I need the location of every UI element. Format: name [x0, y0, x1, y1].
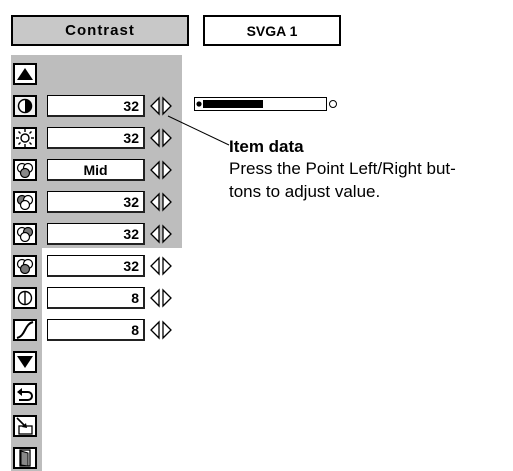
- signal-mode-box: SVGA 1: [203, 15, 341, 46]
- scroll-down-icon[interactable]: [13, 351, 37, 373]
- quit-icon[interactable]: [13, 447, 37, 469]
- contrast-adjust-arrows[interactable]: [148, 95, 174, 117]
- slider-max-dot-icon: [329, 100, 337, 108]
- white-balance-red-value: 32: [47, 191, 145, 213]
- contrast-icon[interactable]: [13, 95, 37, 117]
- gamma-icon[interactable]: [13, 319, 37, 341]
- reset-icon[interactable]: [13, 383, 37, 405]
- callout-line-2: tons to adjust value.: [229, 182, 381, 201]
- white-balance-blue-value: 32: [47, 255, 145, 277]
- sharpness-icon[interactable]: [13, 287, 37, 309]
- color-temp-adjust-arrows[interactable]: [148, 159, 174, 181]
- white-balance-red-adjust-arrows[interactable]: [148, 191, 174, 213]
- white-balance-blue-adjust-arrows[interactable]: [148, 255, 174, 277]
- sharpness-adjust-arrows[interactable]: [148, 287, 174, 309]
- brightness-value: 32: [47, 127, 145, 149]
- slider-min-dot-icon: [196, 101, 202, 107]
- callout-text: Press the Point Left/Right but- tons to …: [229, 157, 497, 203]
- color-temp-icon[interactable]: [13, 159, 37, 181]
- callout-title: Item data: [229, 137, 304, 156]
- slider-fill: [203, 100, 263, 108]
- sharpness-value: 8: [47, 287, 145, 309]
- store-icon[interactable]: [13, 415, 37, 437]
- white-balance-green-value: 32: [47, 223, 145, 245]
- brightness-adjust-arrows[interactable]: [148, 127, 174, 149]
- menu-title-box: Contrast: [11, 15, 189, 46]
- white-balance-blue-icon[interactable]: [13, 255, 37, 277]
- white-balance-green-icon[interactable]: [13, 223, 37, 245]
- signal-mode-label: SVGA 1: [246, 22, 298, 39]
- menu-title: Contrast: [65, 22, 135, 39]
- scroll-up-icon[interactable]: [13, 63, 37, 85]
- gamma-adjust-arrows[interactable]: [148, 319, 174, 341]
- gamma-value: 8: [47, 319, 145, 341]
- brightness-icon[interactable]: [13, 127, 37, 149]
- contrast-value: 32: [47, 95, 145, 117]
- white-balance-green-adjust-arrows[interactable]: [148, 223, 174, 245]
- contrast-slider[interactable]: [194, 97, 340, 111]
- callout-line-1: Press the Point Left/Right but-: [229, 159, 456, 178]
- white-balance-red-icon[interactable]: [13, 191, 37, 213]
- color-temp-value: Mid: [47, 159, 145, 181]
